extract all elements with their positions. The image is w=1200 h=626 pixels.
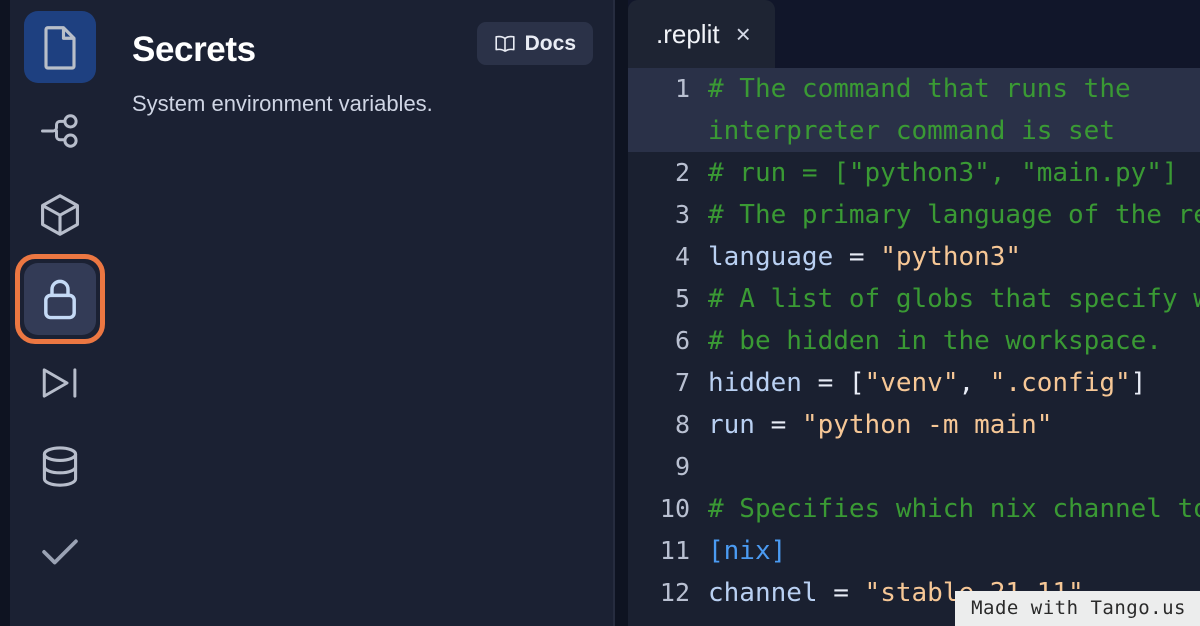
sidebar-item-deployments[interactable]: [24, 347, 96, 419]
code-line[interactable]: 8 run = "python -m main": [628, 404, 1200, 446]
code-line[interactable]: 2 # run = ["python3", "main.py"]: [628, 152, 1200, 194]
code-line[interactable]: 6 # be hidden in the workspace.: [628, 320, 1200, 362]
code-line-continuation: .interpreter command is set: [628, 110, 1200, 152]
check-icon: [37, 529, 83, 573]
secrets-panel-subtitle: System environment variables.: [132, 91, 433, 116]
code-token: # The command that runs the: [708, 74, 1147, 104]
panel-gap: [615, 0, 628, 626]
sidebar-icon-rail: [0, 0, 110, 626]
database-icon: [38, 444, 82, 490]
code-text: # The command that runs the: [708, 68, 1200, 110]
code-text-continuation: interpreter command is set: [708, 110, 1200, 152]
play-to-end-icon: [37, 362, 83, 404]
code-token: =: [817, 578, 865, 608]
code-token: # Specifies which nix channel to use whe…: [708, 494, 1200, 524]
code-token: language: [708, 242, 834, 272]
code-text: # A list of globs that specify which fil…: [708, 278, 1200, 320]
code-token: # A list of globs that specify which fil…: [708, 284, 1200, 314]
code-token: "python -m main": [801, 410, 1053, 440]
code-line[interactable]: 10 # Specifies which nix channel to use w…: [628, 488, 1200, 530]
sidebar-item-checks[interactable]: [24, 515, 96, 587]
code-token: ,: [958, 368, 990, 398]
code-line[interactable]: 1 # The command that runs the .interprete…: [628, 68, 1200, 152]
code-text: # run = ["python3", "main.py"]: [708, 152, 1200, 194]
code-token: # The primary language of the repl.: [708, 200, 1200, 230]
line-number: 9: [674, 452, 690, 481]
code-token: [nix]: [708, 536, 787, 566]
tango-watermark: Made with Tango.us: [955, 591, 1200, 626]
code-token: run: [708, 410, 755, 440]
sidebar-item-files[interactable]: [24, 11, 96, 83]
code-text: hidden = ["venv", ".config"]: [708, 362, 1200, 404]
code-token: interpreter command is set: [708, 116, 1131, 146]
code-token: ".config": [989, 368, 1131, 398]
code-line[interactable]: 5 # A list of globs that specify which fi…: [628, 278, 1200, 320]
code-text: # Specifies which nix channel to use whe…: [708, 488, 1200, 530]
replit-workspace: Secrets Docs System environment variable…: [0, 0, 1200, 626]
sidebar-item-packages[interactable]: [24, 179, 96, 251]
line-number: 11: [659, 536, 690, 565]
line-number: 2: [674, 158, 690, 187]
code-text: run = "python -m main": [708, 404, 1200, 446]
code-token: =: [754, 410, 802, 440]
code-line[interactable]: 11 [nix]: [628, 530, 1200, 572]
code-text: [nix]: [708, 530, 1200, 572]
close-icon[interactable]: ×: [736, 21, 751, 47]
sidebar-item-database[interactable]: [24, 431, 96, 503]
code-token: # be hidden in the workspace.: [708, 326, 1162, 356]
code-text: # The primary language of the repl.: [708, 194, 1200, 236]
git-branch-icon: [37, 110, 83, 152]
line-number: 8: [674, 410, 690, 439]
code-token: =: [801, 368, 849, 398]
page-title: Secrets: [132, 30, 256, 69]
code-text: # be hidden in the workspace.: [708, 320, 1200, 362]
code-token: channel: [708, 578, 818, 608]
code-text: language = "python3": [708, 236, 1200, 278]
code-token: "venv": [864, 368, 959, 398]
line-number: 5: [674, 284, 690, 313]
code-content[interactable]: 1 # The command that runs the .interprete…: [628, 68, 1200, 626]
line-number: 7: [674, 368, 690, 397]
code-token: "python3": [880, 242, 1022, 272]
secrets-panel: Secrets Docs System environment variable…: [110, 0, 615, 626]
code-token: ]: [1130, 368, 1147, 398]
sidebar-item-secrets[interactable]: [15, 254, 105, 344]
line-number: 3: [674, 200, 690, 229]
line-number: 12: [659, 578, 690, 607]
secrets-panel-header: Secrets Docs: [132, 22, 593, 67]
line-number-blank: .: [628, 110, 708, 152]
code-line[interactable]: 3 # The primary language of the repl.: [628, 194, 1200, 236]
tab-replit[interactable]: .replit ×: [628, 0, 775, 68]
line-number: 4: [674, 242, 690, 271]
sidebar-item-version-control[interactable]: [24, 95, 96, 167]
code-token: [: [848, 368, 865, 398]
code-token: =: [833, 242, 881, 272]
line-number: 10: [659, 494, 690, 523]
docs-button-label: Docs: [524, 32, 576, 55]
line-number: 6: [674, 326, 690, 355]
code-editor: .replit × 1 # The command that runs the .…: [628, 0, 1200, 626]
code-line[interactable]: 4 language = "python3": [628, 236, 1200, 278]
cube-icon: [38, 192, 82, 238]
lock-icon: [40, 276, 80, 322]
tab-label: .replit: [656, 19, 720, 49]
code-token: hidden: [708, 368, 802, 398]
code-token: # run = ["python3", "main.py"]: [708, 158, 1178, 188]
book-icon: [494, 34, 516, 54]
line-number: 1: [674, 74, 690, 103]
code-line[interactable]: 9: [628, 446, 1200, 488]
file-icon: [39, 24, 81, 70]
code-line[interactable]: 7 hidden = ["venv", ".config"]: [628, 362, 1200, 404]
docs-button[interactable]: Docs: [476, 22, 593, 65]
panel-divider: [613, 0, 615, 626]
editor-tab-bar: .replit ×: [628, 0, 1200, 68]
